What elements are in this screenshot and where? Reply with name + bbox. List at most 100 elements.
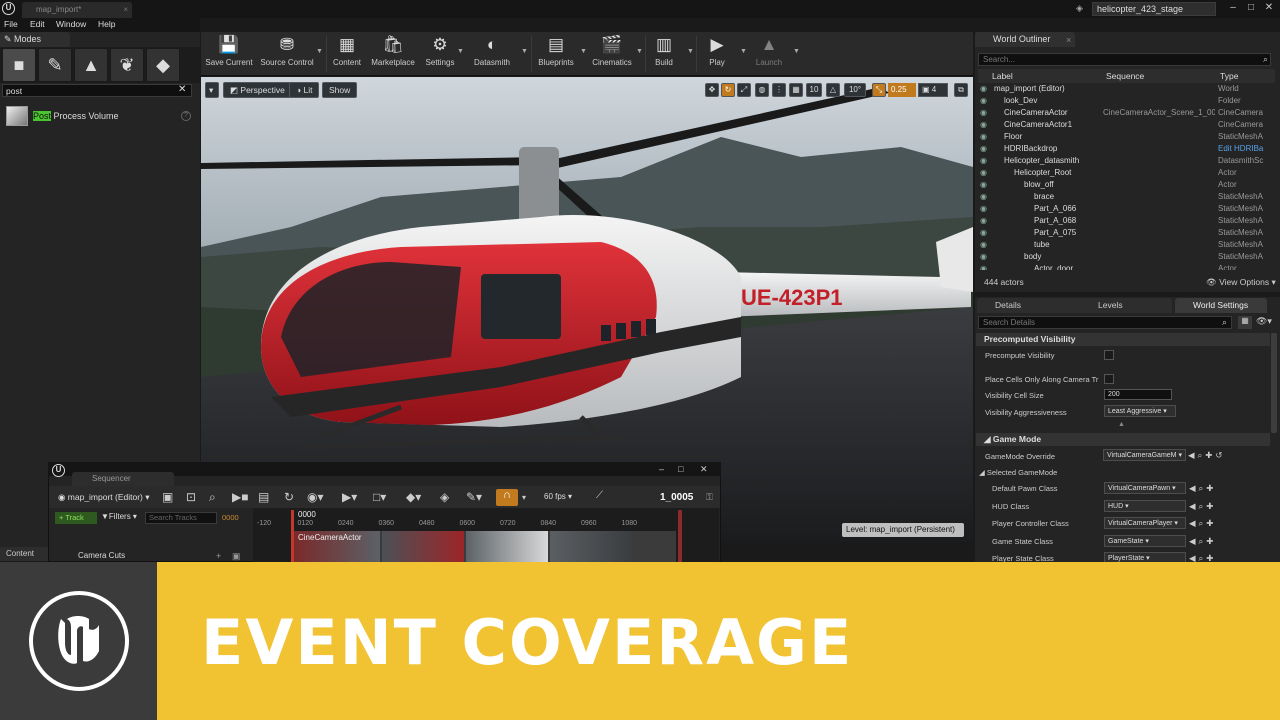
class-actions-icon[interactable]: ◀⌕✚	[1189, 501, 1216, 512]
maximize-viewport-icon[interactable]: ⧉	[954, 83, 968, 97]
visibility-eye-icon[interactable]: ◉	[980, 132, 987, 141]
datasmith-dropdown-icon[interactable]: ▼	[521, 48, 528, 55]
class-select[interactable]: VirtualCameraPlayer ▾	[1104, 517, 1186, 529]
menu-file[interactable]: File	[4, 19, 18, 29]
build-dropdown-icon[interactable]: ▼	[687, 48, 694, 55]
source-control-dropdown-icon[interactable]: ▼	[316, 48, 323, 55]
visibility-eye-icon[interactable]: ◉	[980, 192, 987, 201]
add-icon[interactable]: +	[216, 551, 221, 561]
tab-levels[interactable]: Levels	[1080, 298, 1172, 313]
sequence-breadcrumb[interactable]: ◉ map_import (Editor) ▾	[58, 492, 150, 503]
visibility-eye-icon[interactable]: ◉	[980, 180, 987, 189]
save-as-icon[interactable]: ⊡	[186, 490, 196, 504]
class-actions-icon[interactable]: ◀⌕✚	[1189, 536, 1216, 547]
tab-world-settings[interactable]: World Settings	[1175, 298, 1267, 313]
visibility-eye-icon[interactable]: ◉	[980, 120, 987, 129]
end-marker[interactable]	[678, 510, 682, 562]
class-select[interactable]: HUD ▾	[1104, 499, 1186, 512]
column-label[interactable]: Label	[992, 71, 1013, 81]
outliner-row-type[interactable]: Edit HDRIBa	[1218, 144, 1272, 153]
place-cells-checkbox[interactable]	[1104, 374, 1114, 384]
details-scrollbar[interactable]	[1271, 333, 1277, 433]
outliner-row[interactable]: ◉ Helicopter_datasmith DatasmithSc	[978, 156, 1272, 168]
perspective-button[interactable]: ◩ Perspective	[223, 82, 292, 98]
outliner-row[interactable]: ◉ CineCameraActor1 CineCamera	[978, 120, 1272, 132]
surface-snap-icon[interactable]: ⋮	[772, 83, 786, 97]
refresh-icon[interactable]: ↻	[284, 490, 294, 504]
view-options-button[interactable]: 👁 View Options ▾	[1206, 277, 1276, 288]
visibility-eye-icon[interactable]: ◉	[980, 252, 987, 261]
settings-dropdown-icon[interactable]: ▼	[457, 48, 464, 55]
visibility-eye-icon[interactable]: ◉	[980, 84, 987, 93]
section-game-mode[interactable]: ◢ Game Mode	[976, 433, 1270, 446]
column-sequence[interactable]: Sequence	[1106, 71, 1144, 81]
geometry-mode-icon[interactable]: ◆	[146, 48, 180, 82]
world-outliner-tab[interactable]: World Outliner	[975, 32, 1075, 47]
visibility-eye-icon[interactable]: ◉	[980, 228, 987, 237]
help-icon[interactable]: ?	[181, 111, 191, 121]
show-button[interactable]: Show	[322, 82, 358, 98]
rotate-tool-icon[interactable]: ↻	[721, 83, 735, 97]
outliner-row[interactable]: ◉ Part_A_068 StaticMeshA	[978, 216, 1272, 228]
scale-snap-icon[interactable]: ⤡	[872, 83, 886, 97]
close-tab-icon[interactable]: ×	[123, 5, 128, 14]
track-search-input[interactable]: Search Tracks	[145, 512, 217, 524]
launch-button[interactable]: ▲ Launch	[750, 34, 788, 74]
clapperboard-icon[interactable]: ▤	[258, 490, 269, 504]
curve-editor-icon[interactable]: ⟋	[596, 490, 603, 501]
snap-dropdown-icon[interactable]: ▾	[522, 493, 526, 502]
playhead[interactable]	[291, 510, 294, 562]
lock-icon[interactable]: ⚿	[706, 492, 713, 503]
save-icon[interactable]: ▣	[162, 490, 173, 504]
snap-magnet-icon[interactable]: ∩	[496, 489, 518, 506]
collapse-advanced-icon[interactable]: ▲	[1118, 421, 1125, 428]
eye-icon[interactable]: 👁▾	[1256, 316, 1272, 327]
rotation-snap-icon[interactable]: △	[826, 83, 840, 97]
visibility-eye-icon[interactable]: ◉	[980, 144, 987, 153]
play-dropdown-icon[interactable]: ▼	[740, 48, 747, 55]
menu-window[interactable]: Window	[56, 19, 86, 29]
playback-icon[interactable]: ▶▾	[342, 490, 357, 504]
grid-size-label[interactable]: 10	[806, 83, 822, 97]
visibility-eye-icon[interactable]: ◉	[980, 108, 987, 117]
modes-tab[interactable]: ✎ Modes	[0, 32, 70, 47]
marketplace-button[interactable]: 🛍 Marketplace	[368, 34, 418, 74]
visibility-eye-icon[interactable]: ◉	[980, 264, 987, 270]
visibility-aggressiveness-select[interactable]: Least Aggressive ▾	[1104, 405, 1176, 417]
outliner-row[interactable]: ◉ tube StaticMeshA	[978, 240, 1272, 252]
frame-rate-select[interactable]: 60 fps ▾	[544, 492, 572, 501]
gamemode-override-actions[interactable]: ◀⌕✚↺	[1188, 450, 1226, 461]
camera-icon[interactable]: ▶■	[232, 490, 248, 504]
camera-cuts-track[interactable]: Camera Cuts	[78, 551, 125, 560]
outliner-row[interactable]: ◉ CineCameraActor CineCameraActor_Scene_1_…	[978, 108, 1272, 120]
clear-search-icon[interactable]: ✕	[178, 84, 186, 95]
source-control-button[interactable]: ⛃ Source Control	[258, 34, 316, 74]
rotation-snap-value[interactable]: 10°	[844, 83, 866, 97]
class-actions-icon[interactable]: ◀⌕✚	[1189, 483, 1216, 494]
column-type[interactable]: Type	[1220, 71, 1238, 81]
auto-key-icon[interactable]: ◈	[440, 490, 449, 504]
close-outliner-icon[interactable]: ×	[1066, 35, 1071, 45]
build-button[interactable]: ▥ Build	[648, 34, 680, 74]
visibility-eye-icon[interactable]: ◉	[980, 168, 987, 177]
blueprints-button[interactable]: ▤ Blueprints	[535, 34, 577, 74]
add-track-button[interactable]: + Track	[55, 512, 97, 524]
cinematics-dropdown-icon[interactable]: ▼	[636, 48, 643, 55]
foliage-mode-icon[interactable]: ❦	[110, 48, 144, 82]
world-local-icon[interactable]: ◍	[755, 83, 769, 97]
maximize-icon[interactable]: □	[1244, 2, 1258, 14]
outliner-row[interactable]: ◉ map_import (Editor) World	[978, 84, 1272, 96]
minimize-icon[interactable]: –	[1226, 2, 1240, 14]
section-precomputed-visibility[interactable]: Precomputed Visibility	[976, 333, 1270, 346]
blueprints-dropdown-icon[interactable]: ▼	[580, 48, 587, 55]
content-button[interactable]: ▦ Content	[329, 34, 365, 74]
visibility-eye-icon[interactable]: ◉	[980, 204, 987, 213]
eye-icon[interactable]: ◉▾	[307, 490, 324, 504]
key-icon[interactable]: ◆▾	[406, 490, 421, 504]
tab-details[interactable]: Details	[977, 298, 1087, 313]
visibility-cell-size-input[interactable]: 200	[1104, 389, 1172, 400]
visibility-eye-icon[interactable]: ◉	[980, 96, 987, 105]
search-icon[interactable]: ⌕	[209, 490, 216, 505]
visibility-eye-icon[interactable]: ◉	[980, 240, 987, 249]
outliner-row[interactable]: ◉ HDRIBackdrop Edit HDRIBa	[978, 144, 1272, 156]
